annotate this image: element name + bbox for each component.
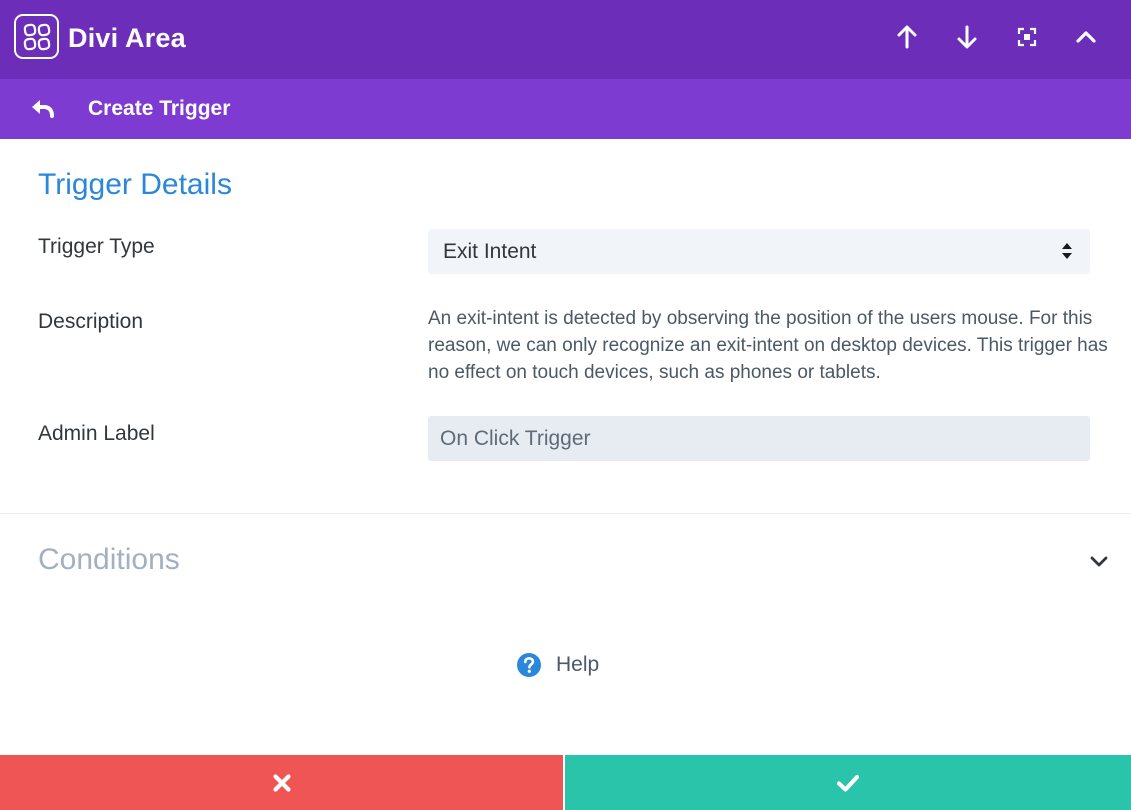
trigger-type-select[interactable]: Exit Intent xyxy=(428,229,1090,274)
help-link[interactable]: Help xyxy=(516,651,599,679)
trigger-type-label: Trigger Type xyxy=(38,235,155,258)
arrow-up-icon xyxy=(897,25,917,49)
description-text: An exit-intent is detected by observing … xyxy=(428,308,1108,383)
conditions-heading[interactable]: Conditions xyxy=(38,541,180,579)
back-arrow-icon xyxy=(32,100,54,118)
section-divider xyxy=(0,513,1131,514)
help-icon xyxy=(517,653,541,677)
select-arrows-icon xyxy=(1062,243,1072,259)
panel-title: Create Trigger xyxy=(88,97,231,120)
admin-label-label: Admin Label xyxy=(38,422,155,445)
chevron-down-icon xyxy=(1090,556,1108,567)
trigger-details-heading: Trigger Details xyxy=(38,168,232,201)
save-button[interactable] xyxy=(565,755,1131,810)
arrow-down-icon xyxy=(957,25,977,49)
cancel-button[interactable] xyxy=(0,755,563,810)
trigger-type-value: Exit Intent xyxy=(443,239,537,263)
description-label: Description xyxy=(38,310,144,333)
help-label: Help xyxy=(556,653,600,676)
fullscreen-button[interactable] xyxy=(1010,20,1044,54)
move-down-button[interactable] xyxy=(950,20,984,54)
divi-area-logo-icon xyxy=(14,14,59,59)
collapse-icon xyxy=(1076,31,1096,43)
back-button[interactable] xyxy=(26,92,60,126)
conditions-toggle-button[interactable] xyxy=(1084,548,1114,574)
collapse-button[interactable] xyxy=(1069,20,1103,54)
app-title: Divi Area xyxy=(68,23,186,53)
move-up-button[interactable] xyxy=(890,20,924,54)
fullscreen-icon xyxy=(1017,27,1037,47)
check-icon xyxy=(836,774,860,792)
admin-label-input[interactable] xyxy=(428,416,1090,461)
close-icon xyxy=(272,773,291,792)
